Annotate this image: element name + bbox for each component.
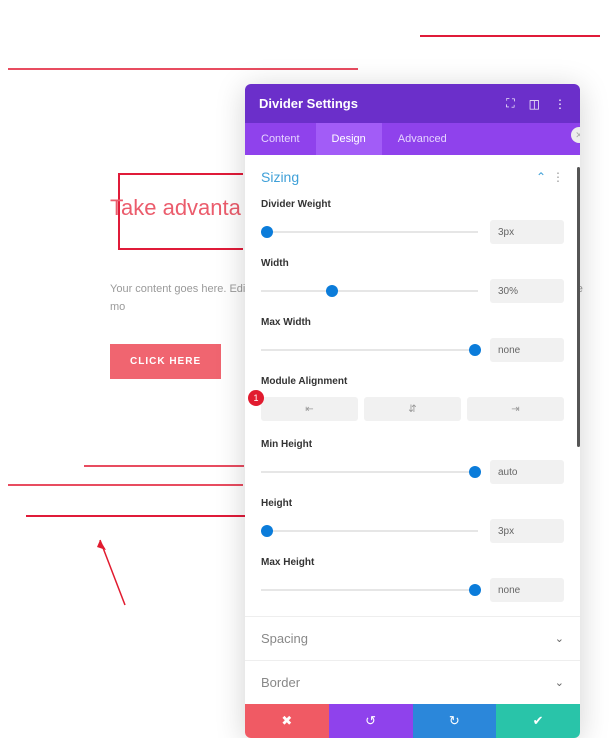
- close-icon: ✖: [281, 713, 292, 729]
- height-value[interactable]: 3px: [490, 519, 564, 543]
- divider-weight-value[interactable]: 3px: [490, 220, 564, 244]
- cta-button[interactable]: CLICK HERE: [110, 344, 221, 379]
- panel-body: Sizing ⌃ ⋮ Divider Weight 3px Width 30% M…: [245, 155, 580, 616]
- max-height-label: Max Height: [261, 557, 564, 568]
- width-label: Width: [261, 258, 564, 269]
- chevron-up-icon: ⌃: [536, 170, 546, 184]
- align-right-icon: ⇥: [511, 404, 519, 415]
- min-height-label: Min Height: [261, 439, 564, 450]
- divider-weight-label: Divider Weight: [261, 199, 564, 210]
- height-label: Height: [261, 498, 564, 509]
- field-module-alignment: 1 Module Alignment ⇤ ⇵ ⇥: [261, 376, 564, 421]
- close-icon[interactable]: ✕: [571, 127, 580, 143]
- align-right-button[interactable]: ⇥: [467, 397, 564, 421]
- spacing-title: Spacing: [261, 631, 308, 646]
- redo-icon: ↻: [449, 713, 460, 729]
- tab-advanced[interactable]: Advanced: [382, 123, 463, 155]
- min-height-value[interactable]: auto: [490, 460, 564, 484]
- max-height-value[interactable]: none: [490, 578, 564, 602]
- column-icon[interactable]: ◫: [529, 97, 540, 111]
- panel-tabs: Content Design Advanced: [245, 123, 580, 155]
- panel-footer: ✖ ↺ ↻ ✔: [245, 704, 580, 738]
- decor-line: [8, 68, 358, 70]
- step-badge-1: 1: [248, 390, 264, 406]
- width-slider[interactable]: [261, 290, 478, 292]
- chevron-down-icon: ⌄: [555, 632, 564, 645]
- check-icon: ✔: [533, 713, 544, 729]
- max-height-slider[interactable]: [261, 589, 478, 591]
- divider-weight-slider[interactable]: [261, 231, 478, 233]
- section-border[interactable]: Border ⌄: [245, 660, 580, 704]
- max-width-value[interactable]: none: [490, 338, 564, 362]
- undo-icon: ↺: [365, 713, 376, 729]
- max-width-slider[interactable]: [261, 349, 478, 351]
- cancel-button[interactable]: ✖: [245, 704, 329, 738]
- field-max-width: Max Width none: [261, 317, 564, 362]
- expand-icon[interactable]: ⛶: [506, 96, 514, 111]
- decor-line: [26, 515, 246, 517]
- kebab-icon[interactable]: ⋮: [552, 170, 564, 184]
- chevron-down-icon: ⌄: [555, 676, 564, 689]
- panel-header: Divider Settings ⛶ ◫ ⋮: [245, 84, 580, 123]
- align-center-button[interactable]: ⇵: [364, 397, 461, 421]
- section-sizing-header[interactable]: Sizing ⌃ ⋮: [261, 169, 564, 185]
- border-title: Border: [261, 675, 300, 690]
- align-left-icon: ⇤: [305, 404, 313, 415]
- field-height: Height 3px: [261, 498, 564, 543]
- section-spacing[interactable]: Spacing ⌄: [245, 616, 580, 660]
- align-left-button[interactable]: ⇤: [261, 397, 358, 421]
- section-sizing-title: Sizing: [261, 169, 299, 185]
- scrollbar[interactable]: [577, 167, 580, 447]
- annotation-arrow: [90, 530, 130, 610]
- save-button[interactable]: ✔: [496, 704, 580, 738]
- decor-line: [118, 173, 243, 175]
- decor-line: [84, 465, 244, 467]
- undo-button[interactable]: ↺: [329, 704, 413, 738]
- field-width: Width 30%: [261, 258, 564, 303]
- decor-line: [420, 35, 600, 37]
- decor-line: [8, 484, 243, 486]
- tab-content[interactable]: Content: [245, 123, 316, 155]
- field-max-height: Max Height none: [261, 557, 564, 602]
- module-alignment-label: Module Alignment: [261, 376, 564, 387]
- max-width-label: Max Width: [261, 317, 564, 328]
- width-value[interactable]: 30%: [490, 279, 564, 303]
- kebab-icon[interactable]: ⋮: [554, 97, 566, 111]
- field-min-height: Min Height auto: [261, 439, 564, 484]
- field-divider-weight: Divider Weight 3px: [261, 199, 564, 244]
- min-height-slider[interactable]: [261, 471, 478, 473]
- divider-settings-panel: ✕ Divider Settings ⛶ ◫ ⋮ Content Design …: [245, 84, 580, 738]
- tab-design[interactable]: Design: [316, 123, 382, 155]
- panel-title: Divider Settings: [259, 96, 358, 111]
- height-slider[interactable]: [261, 530, 478, 532]
- align-center-icon: ⇵: [408, 404, 416, 415]
- redo-button[interactable]: ↻: [413, 704, 497, 738]
